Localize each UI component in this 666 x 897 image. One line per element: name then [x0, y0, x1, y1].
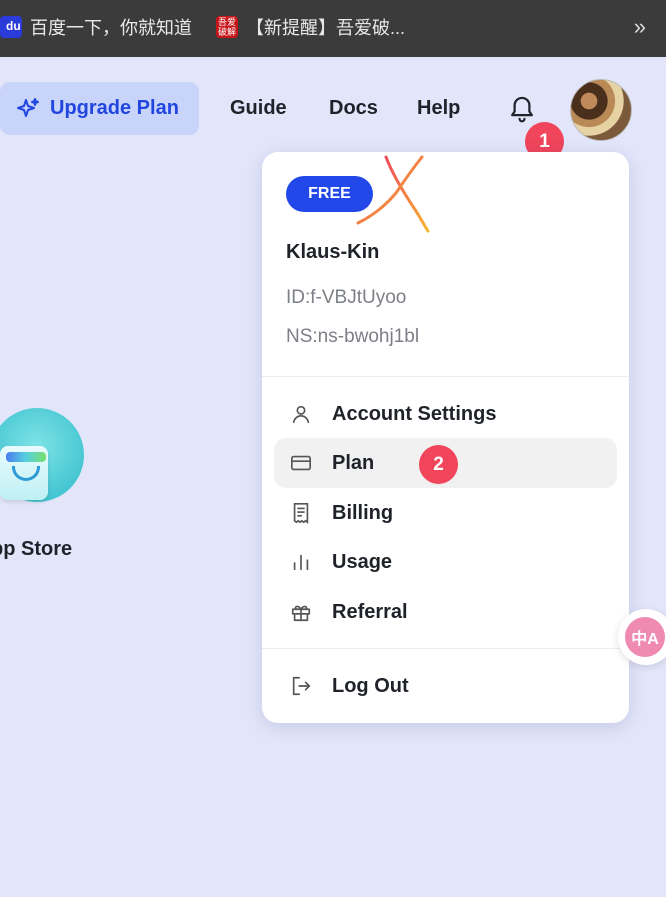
shopping-bag-icon	[0, 446, 48, 500]
bell-icon[interactable]	[507, 93, 537, 125]
bookmark-label: 百度一下，你就知道	[30, 18, 192, 38]
sparkle-icon	[17, 97, 39, 117]
baidu-icon	[0, 16, 22, 38]
account-menu: FREE Klaus-Kin ID:f-VBJtUyoo NS:ns-bwohj…	[262, 152, 629, 723]
card-icon	[290, 452, 312, 474]
app-store-label: pp Store	[0, 538, 73, 560]
scribble-annotation	[356, 155, 430, 233]
logout-label: Log Out	[332, 674, 409, 697]
user-icon	[290, 403, 312, 425]
bookmark-52pojie[interactable]: 吾爱破解 【新提醒】吾爱破...	[216, 14, 405, 40]
menu-item-label: Account Settings	[332, 402, 497, 425]
avatar[interactable]	[570, 79, 632, 141]
divider	[262, 648, 629, 649]
bookmark-label: 【新提醒】吾爱破...	[246, 18, 406, 38]
step-badge-2: 2	[419, 445, 458, 484]
bookmark-baidu[interactable]: 百度一下，你就知道	[0, 14, 192, 40]
username: Klaus-Kin	[286, 241, 380, 263]
menu-item-usage[interactable]: Usage	[274, 537, 617, 587]
logout-button[interactable]: Log Out	[274, 661, 617, 711]
nav-guide[interactable]: Guide	[230, 97, 287, 120]
user-namespace: NS:ns-bwohj1bl	[286, 326, 420, 347]
nav-help[interactable]: Help	[417, 97, 460, 120]
menu-item-referral[interactable]: Referral	[274, 587, 617, 637]
chevron-double-right-icon[interactable]: »	[634, 14, 646, 40]
seal-icon: 吾爱破解	[216, 16, 238, 38]
menu-item-account-settings[interactable]: Account Settings	[274, 389, 617, 439]
user-id: ID:f-VBJtUyoo	[286, 287, 407, 308]
logout-icon	[290, 675, 312, 697]
app-store-icon[interactable]	[0, 408, 84, 502]
translate-icon: 中A	[625, 617, 665, 657]
menu-item-label: Usage	[332, 550, 393, 573]
upgrade-plan-button[interactable]: Upgrade Plan	[0, 82, 199, 135]
menu-item-label: Referral	[332, 600, 408, 623]
upgrade-plan-label: Upgrade Plan	[50, 97, 179, 119]
bookmarks-bar: 百度一下，你就知道 吾爱破解 【新提醒】吾爱破... »	[0, 0, 666, 57]
divider	[262, 376, 629, 377]
nav-docs[interactable]: Docs	[329, 97, 378, 120]
translate-button[interactable]: 中A	[618, 609, 666, 665]
gift-icon	[290, 601, 312, 623]
menu-item-billing[interactable]: Billing	[274, 488, 617, 538]
menu-item-label: Billing	[332, 501, 394, 524]
receipt-icon	[290, 502, 312, 524]
menu-item-label: Plan	[332, 451, 375, 474]
bar-chart-icon	[290, 551, 312, 573]
